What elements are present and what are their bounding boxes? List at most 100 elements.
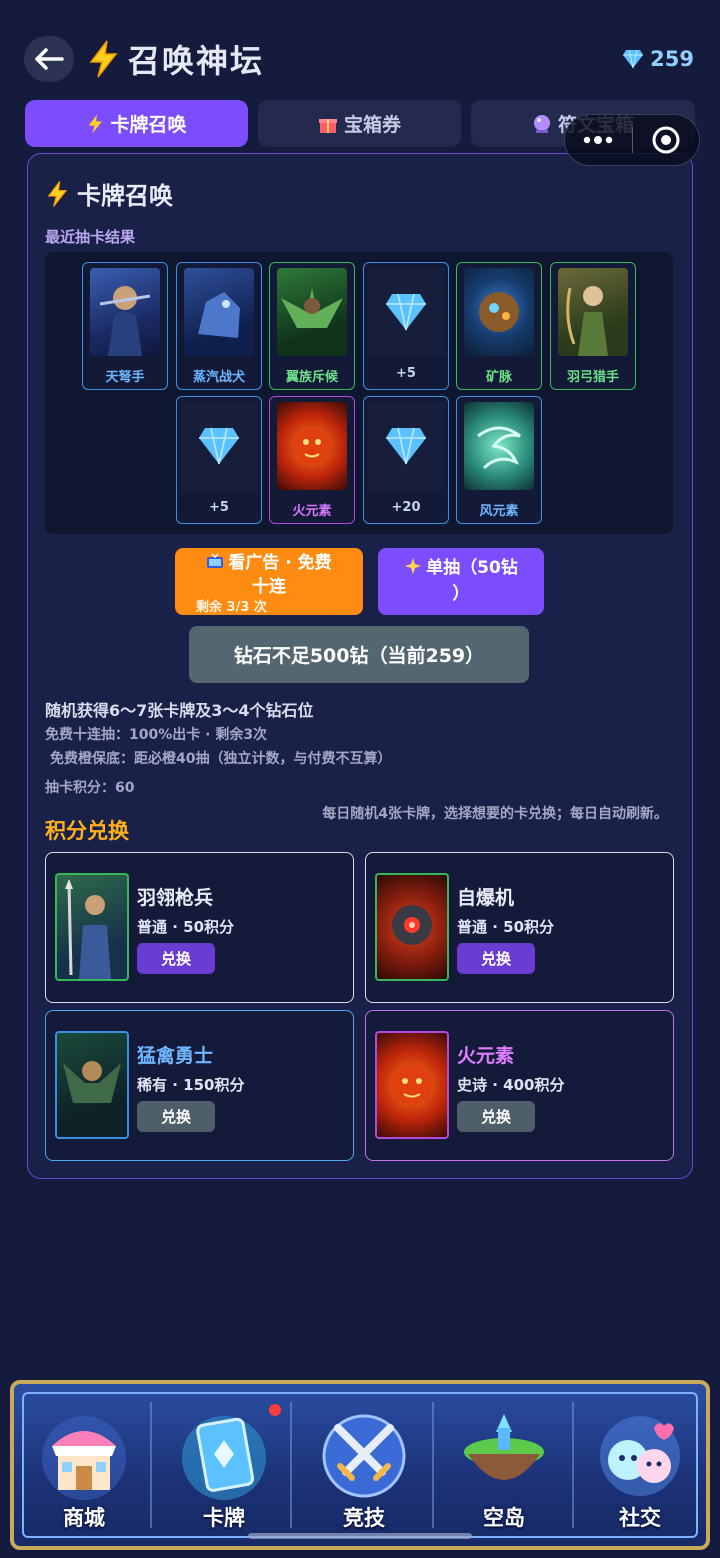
ad-remaining-text: 剩余 3/3 次: [196, 600, 267, 615]
diamond-balance: 259: [622, 44, 694, 74]
nav-divider: [150, 1402, 152, 1528]
exchange-button[interactable]: 兑换: [137, 943, 215, 974]
tv-icon: [207, 552, 224, 568]
result-diamond[interactable]: +5: [176, 396, 262, 524]
single-summon-button[interactable]: 单抽（50钻 ）: [378, 548, 544, 615]
nav-item-social[interactable]: 社交: [570, 1384, 710, 1546]
single-button-line2: ）: [452, 584, 470, 604]
result-card[interactable]: 风元素: [456, 396, 542, 524]
page-title-group: 召唤神坛: [86, 36, 264, 82]
card-name: 羽弓猎手: [566, 370, 619, 385]
nav-item-shop[interactable]: 商城: [14, 1384, 154, 1546]
exchange-title: 积分兑换: [45, 819, 129, 843]
exchange-button[interactable]: 兑换: [137, 1101, 215, 1132]
exchange-item: 火元素 史诗 · 400积分 兑换: [365, 1010, 674, 1161]
nav-item-cards[interactable]: 卡牌: [154, 1384, 294, 1546]
result-card[interactable]: 羽弓猎手: [550, 262, 636, 390]
exchange-item-name: 自爆机: [457, 887, 515, 909]
diamond-count: 259: [650, 47, 694, 71]
tab-label: 卡牌召唤: [110, 114, 187, 136]
diamond-icon: [367, 402, 445, 490]
home-indicator: [248, 1533, 472, 1539]
nav-label: 社交: [619, 1506, 661, 1530]
exchange-item-meta: 普通 · 50积分: [457, 918, 555, 936]
diamond-icon: [623, 49, 644, 69]
nav-label: 空岛: [483, 1506, 525, 1530]
crossed-swords-icon: [322, 1414, 406, 1498]
summon-info-main: 随机获得6～7张卡牌及3～4个钻石位: [45, 701, 314, 720]
sky-island-icon: [464, 1414, 544, 1480]
back-arrow-icon: [35, 48, 64, 70]
lightning-icon: [89, 113, 103, 134]
tab-label: 宝箱券: [343, 114, 401, 136]
crystal-ball-icon: [533, 114, 550, 133]
diamond-amount: +5: [209, 500, 229, 515]
social-icon: [600, 1416, 680, 1496]
exchange-item: 羽翎枪兵 普通 · 50积分 兑换: [45, 852, 354, 1003]
card-name: 矿脉: [485, 370, 512, 385]
gift-icon: [318, 118, 337, 133]
page-title: 召唤神坛: [128, 42, 265, 80]
lightning-icon: [89, 40, 118, 78]
card-art-steam-dog: [184, 268, 254, 356]
result-card[interactable]: 翼族斥候: [269, 262, 355, 390]
exchange-item-meta: 普通 · 50积分: [137, 918, 235, 936]
nav-item-sky-island[interactable]: 空岛: [434, 1384, 574, 1546]
card-art-raptor-warrior: [55, 1031, 129, 1139]
ten-summon-button-disabled[interactable]: 钻石不足500钻（当前259）: [189, 626, 529, 683]
card-name: 蒸汽战犬: [192, 370, 245, 385]
section-title: 卡牌召唤: [77, 182, 173, 210]
summon-points: 抽卡积分：60: [45, 780, 135, 796]
exchange-button[interactable]: 兑换: [457, 1101, 535, 1132]
result-diamond[interactable]: +20: [363, 396, 449, 524]
card-name: 火元素: [292, 504, 332, 519]
close-miniprogram-button[interactable]: [633, 115, 700, 165]
card-art-wind-elemental: [464, 402, 534, 490]
result-card[interactable]: 蒸汽战犬: [176, 262, 262, 390]
card-art-fire-elemental: [375, 1031, 449, 1139]
pity-info: 免费橙保底：距必橙40抽（独立计数，与付费不互算）: [50, 751, 392, 767]
nav-divider: [290, 1402, 292, 1528]
nav-label: 商城: [63, 1506, 105, 1530]
ad-button-line2: 十连: [252, 577, 286, 597]
card-art-ore-vein: [464, 268, 534, 356]
card-art-crossbowman: [90, 268, 160, 356]
result-diamond[interactable]: +5: [363, 262, 449, 390]
card-book-icon: [182, 1416, 266, 1500]
exchange-item: 自爆机 普通 · 50积分 兑换: [365, 852, 674, 1003]
bottom-nav: 商城 卡牌 竞技 空岛 社交: [10, 1380, 710, 1550]
result-card[interactable]: 矿脉: [456, 262, 542, 390]
exchange-item-meta: 稀有 · 150积分: [137, 1076, 245, 1094]
card-art-self-destruct-bot: [375, 873, 449, 981]
more-dots-icon: [584, 136, 613, 144]
nav-label: 卡牌: [203, 1506, 245, 1530]
single-button-line1: 单抽（50钻: [426, 558, 518, 578]
lightning-icon: [47, 180, 68, 207]
exchange-item-meta: 史诗 · 400积分: [457, 1076, 565, 1094]
exchange-button[interactable]: 兑换: [457, 943, 535, 974]
watch-ad-free-ten-button[interactable]: 看广告 · 免费 十连 剩余 3/3 次: [175, 548, 363, 615]
tab-card-summon[interactable]: 卡牌召唤: [25, 100, 248, 147]
result-card[interactable]: 火元素: [269, 396, 355, 524]
card-name: 翼族斥候: [285, 370, 338, 385]
card-art-fire-elemental: [277, 402, 347, 490]
card-name: 天弩手: [105, 370, 145, 385]
result-card[interactable]: 天弩手: [82, 262, 168, 390]
section-header: 卡牌召唤: [45, 176, 173, 211]
card-name: 风元素: [479, 504, 519, 519]
ad-button-line1: 看广告 · 免费: [228, 553, 332, 573]
exchange-item-name: 火元素: [457, 1045, 515, 1067]
tab-chest-ticket[interactable]: 宝箱券: [258, 100, 461, 147]
nav-item-arena[interactable]: 竞技: [294, 1384, 434, 1546]
exchange-note: 每日随机4张卡牌，选择想要的卡兑换；每日自动刷新。: [322, 806, 668, 822]
exchange-item: 猛禽勇士 稀有 · 150积分 兑换: [45, 1010, 354, 1161]
card-art-feather-archer: [558, 268, 628, 356]
diamond-icon: [180, 402, 258, 490]
card-art-winged-scout: [277, 268, 347, 356]
diamond-amount: +20: [391, 500, 421, 515]
notification-badge: [269, 1404, 281, 1416]
nav-label: 竞技: [343, 1506, 385, 1530]
back-button[interactable]: [24, 36, 74, 82]
more-menu-button[interactable]: [565, 115, 632, 165]
recent-results-label: 最近抽卡结果: [45, 228, 136, 246]
